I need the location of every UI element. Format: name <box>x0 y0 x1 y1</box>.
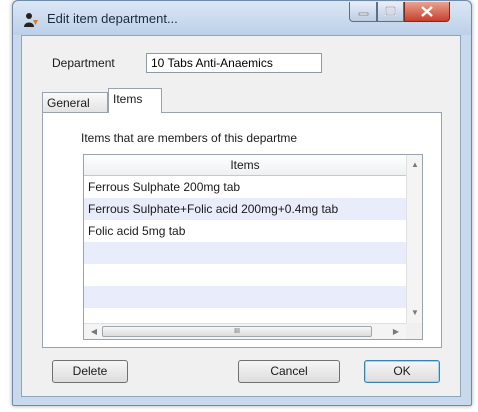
horizontal-scrollbar[interactable]: ◀ III ▶ <box>84 323 406 339</box>
department-field[interactable] <box>146 53 322 73</box>
items-rows: Ferrous Sulphate 200mg tab Ferrous Sulph… <box>84 176 406 308</box>
items-tab-panel: Items that are members of this departme … <box>42 112 442 348</box>
list-item[interactable] <box>84 286 406 308</box>
maximize-icon <box>385 6 396 16</box>
list-item[interactable] <box>84 264 406 286</box>
ok-button[interactable]: OK <box>364 360 440 383</box>
department-label: Department <box>52 56 115 70</box>
list-item[interactable]: Ferrous Sulphate+Folic acid 200mg+0.4mg … <box>84 198 406 220</box>
scroll-right-arrow-icon[interactable]: ▶ <box>388 324 404 339</box>
scroll-down-arrow-icon[interactable]: ▼ <box>407 305 422 321</box>
items-list[interactable]: Items Ferrous Sulphate 200mg tab Ferrous… <box>83 154 423 340</box>
cancel-button[interactable]: Cancel <box>238 360 340 383</box>
close-button[interactable] <box>404 2 450 22</box>
dialog-body: Department General Items Items that are … <box>21 35 461 397</box>
user-silhouette-icon <box>24 13 38 27</box>
maximize-button[interactable] <box>377 2 404 22</box>
scrollbar-corner <box>406 323 422 339</box>
tab-general[interactable]: General <box>42 92 108 112</box>
close-icon <box>421 6 433 17</box>
scroll-up-arrow-icon[interactable]: ▲ <box>407 157 422 173</box>
items-caption: Items that are members of this departme <box>81 131 298 145</box>
list-item[interactable]: Ferrous Sulphate 200mg tab <box>84 176 406 198</box>
dialog-window: Edit item department... Department Gener… <box>12 0 472 406</box>
vertical-scrollbar[interactable]: ▲ ▼ <box>406 155 422 323</box>
list-item[interactable] <box>84 242 406 264</box>
horizontal-scroll-thumb[interactable]: III <box>102 326 372 337</box>
tab-items[interactable]: Items <box>108 88 162 113</box>
delete-button[interactable]: Delete <box>52 360 128 383</box>
window-title: Edit item department... <box>47 11 178 26</box>
minimize-icon <box>358 12 369 16</box>
scroll-left-arrow-icon[interactable]: ◀ <box>86 324 102 339</box>
title-bar[interactable]: Edit item department... <box>13 1 471 35</box>
minimize-button[interactable] <box>349 2 377 22</box>
list-item[interactable]: Folic acid 5mg tab <box>84 220 406 242</box>
column-header-items[interactable]: Items <box>84 155 406 176</box>
